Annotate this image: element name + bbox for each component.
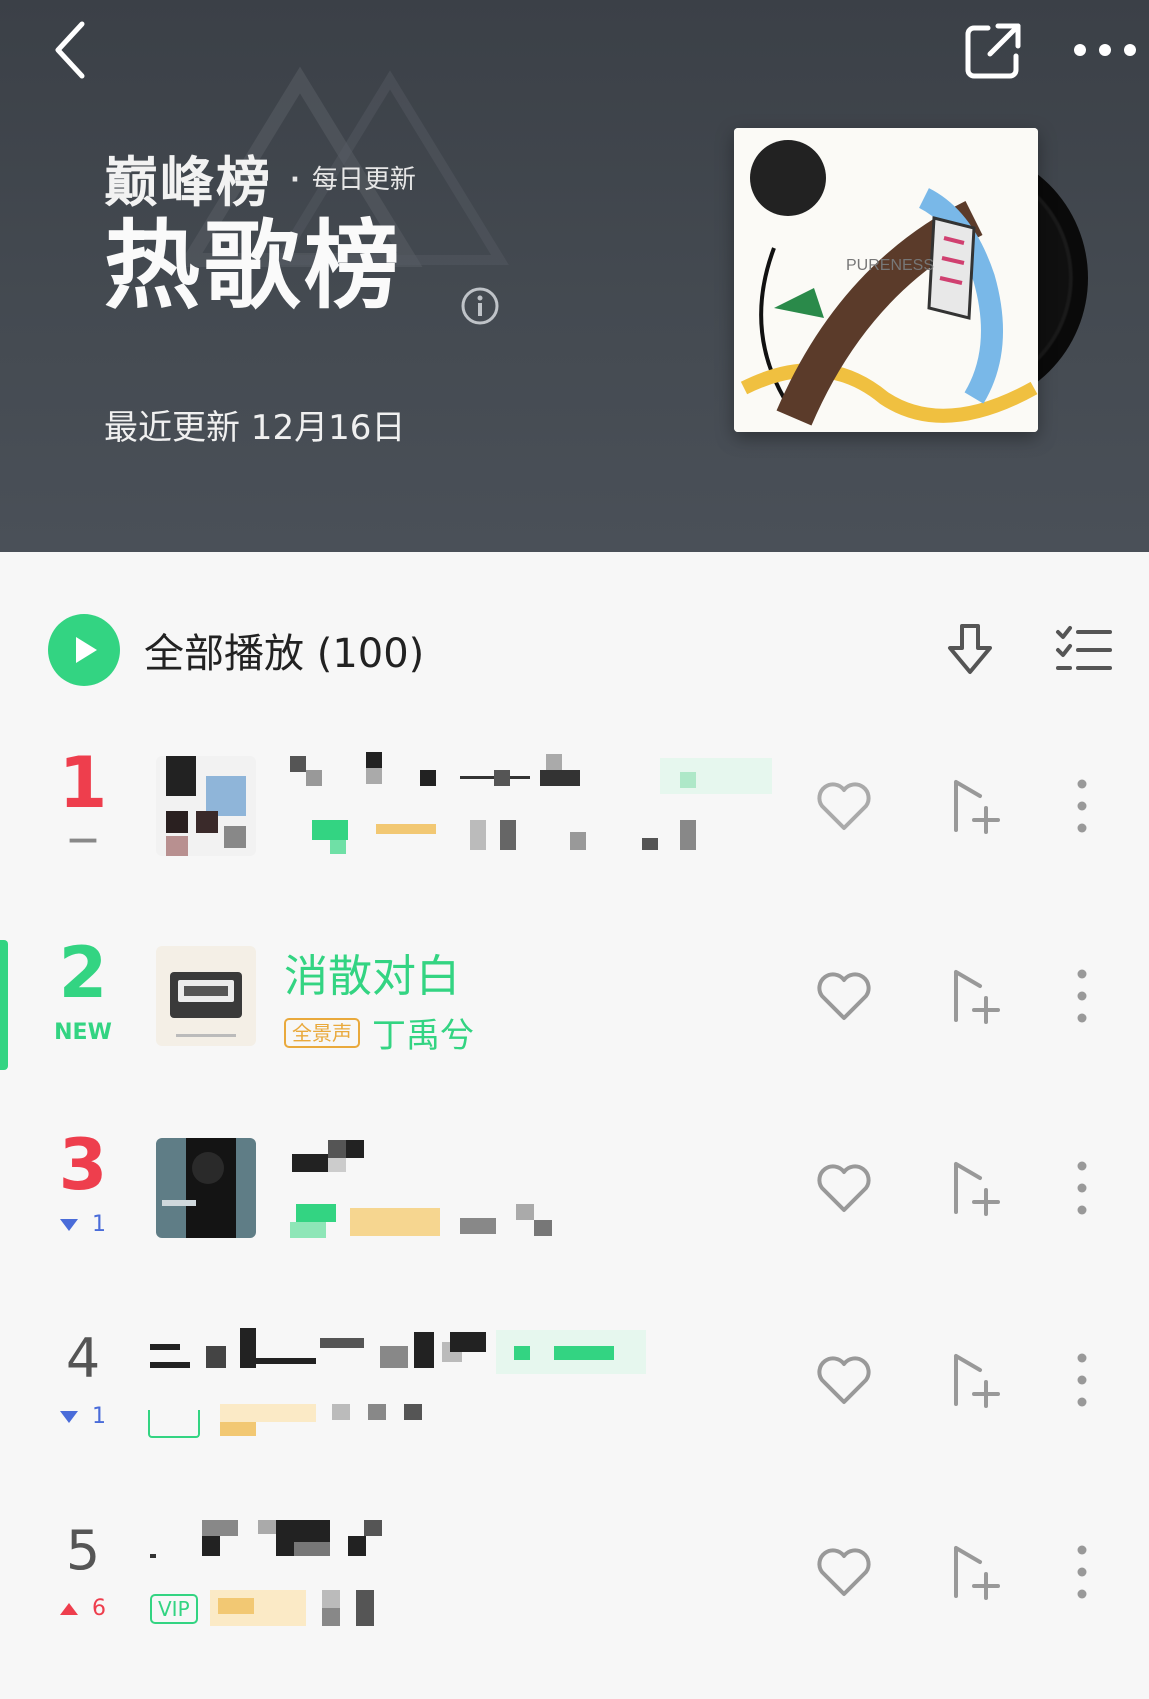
more-vertical-icon <box>1077 1353 1087 1407</box>
add-to-playlist-button[interactable] <box>946 1348 1010 1412</box>
more-vertical-icon <box>1077 1545 1087 1599</box>
up-arrow-icon <box>60 1603 78 1615</box>
share-button[interactable] <box>962 20 1024 82</box>
dolby-tag: 全景声 <box>284 1017 360 1048</box>
add-to-playlist-button[interactable] <box>946 774 1010 838</box>
add-music-icon <box>954 780 1000 834</box>
back-button[interactable] <box>44 14 104 86</box>
song-more-button[interactable] <box>1070 1348 1094 1412</box>
artist-obscured <box>209 1590 450 1628</box>
down-arrow-icon <box>60 1219 78 1231</box>
chart-brand: 巅峰榜 <box>104 151 272 214</box>
heart-icon <box>817 1356 871 1404</box>
svg-text:PURENESS: PURENESS <box>846 257 934 274</box>
rank-number: 5 <box>65 1519 101 1582</box>
rank-change: 6 <box>40 1596 126 1621</box>
chart-header: 巅峰榜 · 每日更新 热歌榜 最近更新 12月16日 PURENESS <box>0 0 1149 552</box>
update-frequency: · 每日更新 <box>290 165 416 195</box>
like-button[interactable] <box>812 964 876 1028</box>
chevron-left-icon <box>55 21 85 79</box>
tag-obscured <box>496 1330 646 1374</box>
artist-obscured <box>290 1204 580 1242</box>
share-icon <box>965 23 1021 79</box>
heart-icon <box>817 1164 871 1212</box>
add-music-icon <box>954 1162 1000 1216</box>
add-to-playlist-button[interactable] <box>946 964 1010 1028</box>
more-vertical-icon <box>1077 779 1087 833</box>
album-thumbnail <box>156 756 256 856</box>
info-button[interactable] <box>460 286 500 326</box>
add-to-playlist-button[interactable] <box>946 1540 1010 1604</box>
song-meta: VIP <box>150 1590 450 1628</box>
rank-number: 4 <box>65 1327 101 1390</box>
info-icon <box>461 287 499 325</box>
rank-change: 1 <box>40 1404 126 1429</box>
now-playing-indicator <box>0 940 8 1070</box>
cover-art: PURENESS <box>734 128 1038 432</box>
download-button[interactable] <box>940 620 1000 680</box>
more-vertical-icon <box>1077 969 1087 1023</box>
song-title: 消散对白 <box>284 951 460 1002</box>
vip-tag-obscured <box>660 758 772 794</box>
song-more-button[interactable] <box>1070 1540 1094 1604</box>
add-music-icon <box>954 1546 1000 1600</box>
song-more-button[interactable] <box>1070 774 1094 838</box>
play-all-label: 全部播放 (100) <box>144 631 425 677</box>
cover-illustration: PURENESS <box>734 128 1038 432</box>
rank-number: 2 <box>58 932 108 1014</box>
last-updated: 最近更新 12月16日 <box>104 408 406 448</box>
song-row-4[interactable]: 4 1 <box>0 1284 1149 1474</box>
add-to-playlist-button[interactable] <box>946 1156 1010 1220</box>
album-thumbnail <box>156 1138 256 1238</box>
brand-row: 巅峰榜 · 每日更新 <box>104 138 416 217</box>
rank-number: 3 <box>58 1124 108 1206</box>
song-row-3[interactable]: 3 1 <box>0 1092 1149 1282</box>
checklist-icon <box>1056 626 1112 670</box>
rank-change: NEW <box>54 1020 112 1045</box>
song-title-obscured <box>150 1520 390 1560</box>
like-button[interactable] <box>812 1348 876 1412</box>
more-options-button[interactable] <box>1070 30 1140 70</box>
more-vertical-icon <box>1077 1161 1087 1215</box>
like-button[interactable] <box>812 1540 876 1604</box>
album-thumbnail <box>156 946 256 1046</box>
song-title-obscured <box>290 752 590 792</box>
heart-icon <box>817 1548 871 1596</box>
download-icon <box>948 624 992 674</box>
down-arrow-icon <box>60 1411 78 1423</box>
like-button[interactable] <box>812 774 876 838</box>
chart-title: 热歌榜 <box>104 210 404 322</box>
song-row-5[interactable]: 5 6 VIP <box>0 1476 1149 1666</box>
rank-change: — <box>68 822 98 857</box>
multi-select-button[interactable] <box>1054 620 1114 680</box>
play-icon <box>48 614 120 686</box>
chart-cover[interactable]: PURENESS <box>734 128 1088 432</box>
play-all-button[interactable]: 全部播放 (100) <box>48 614 548 686</box>
rank-number: 1 <box>58 742 108 824</box>
add-music-icon <box>954 970 1000 1024</box>
more-horizontal-icon <box>1074 44 1136 56</box>
song-title-obscured <box>292 1140 372 1176</box>
artist-name[interactable]: 丁禹兮 <box>372 1008 474 1057</box>
add-music-icon <box>954 1354 1000 1408</box>
song-list-area: 全部播放 (100) 1 — 2 NEW 消散对白 全景声 丁禹兮 3 1 4 … <box>0 552 1149 1699</box>
song-meta: 全景声 丁禹兮 <box>284 1008 474 1057</box>
song-row-1[interactable]: 1 — <box>0 710 1149 900</box>
song-more-button[interactable] <box>1070 964 1094 1028</box>
song-row-2[interactable]: 2 NEW 消散对白 全景声 丁禹兮 <box>0 900 1149 1090</box>
vip-tag: VIP <box>150 1594 198 1624</box>
song-more-button[interactable] <box>1070 1156 1094 1220</box>
like-button[interactable] <box>812 1156 876 1220</box>
heart-icon <box>817 972 871 1020</box>
rank-change: 1 <box>40 1212 126 1237</box>
artist-obscured <box>280 820 720 856</box>
heart-icon <box>817 782 871 830</box>
artist-obscured <box>148 1404 428 1440</box>
